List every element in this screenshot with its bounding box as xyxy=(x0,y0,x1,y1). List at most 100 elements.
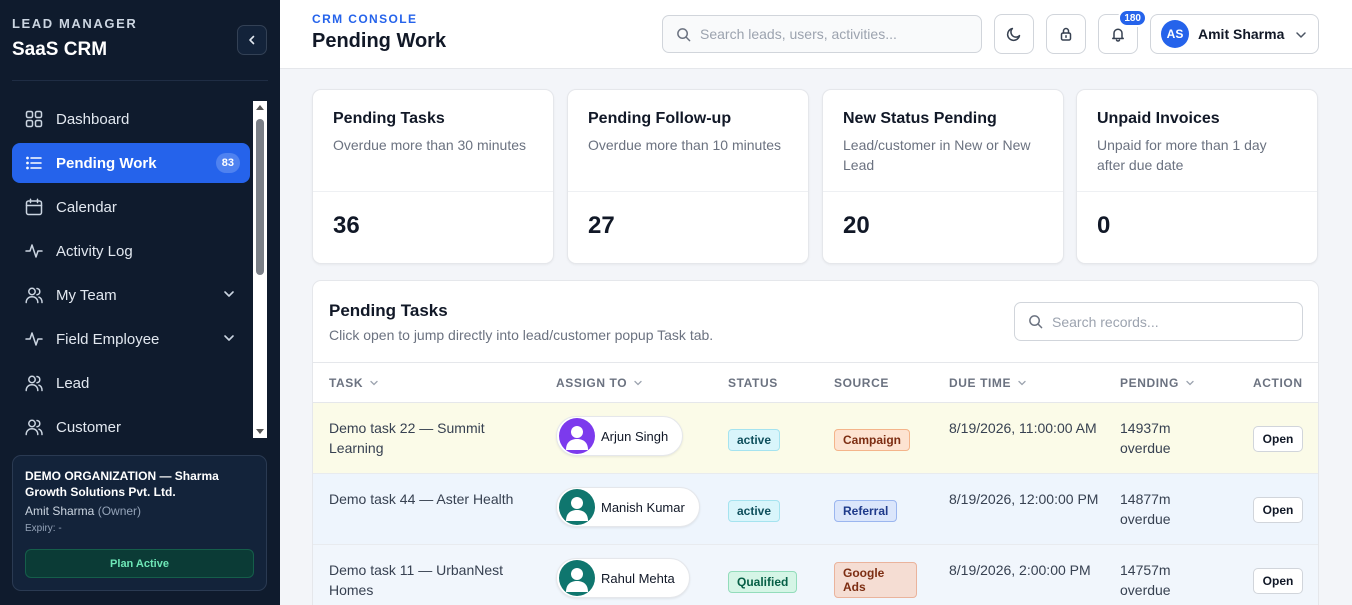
task-name: Demo task 22 — Summit Learning xyxy=(329,420,485,456)
stat-card-pending-tasks[interactable]: Pending Tasks Overdue more than 30 minut… xyxy=(312,89,554,264)
sidebar-item-label: Pending Work xyxy=(56,154,157,172)
sidebar-item-field-employee[interactable]: Field Employee xyxy=(12,319,250,359)
table-row[interactable]: Demo task 22 — Summit Learning Arjun Sin… xyxy=(313,403,1318,474)
search-icon xyxy=(1029,315,1043,329)
stat-subtitle: Unpaid for more than 1 day after due dat… xyxy=(1097,137,1267,173)
assignee-chip[interactable]: Manish Kumar xyxy=(556,487,700,527)
column-label: TASK xyxy=(329,376,364,390)
plan-active-button[interactable]: Plan Active xyxy=(25,549,254,578)
sidebar-item-activity-log[interactable]: Activity Log xyxy=(12,231,250,271)
column-source[interactable]: SOURCE xyxy=(834,376,889,390)
task-name: Demo task 11 — UrbanNest Homes xyxy=(329,562,504,598)
stat-card-pending-follow-up[interactable]: Pending Follow-up Overdue more than 10 m… xyxy=(567,89,809,264)
stat-divider xyxy=(313,191,553,192)
due-time: 8/19/2026, 12:00:00 PM xyxy=(949,491,1099,507)
table-row[interactable]: Demo task 11 — UrbanNest Homes Rahul Meh… xyxy=(313,545,1318,605)
open-task-button[interactable]: Open xyxy=(1253,426,1303,452)
notifications-button[interactable]: 180 xyxy=(1098,9,1147,54)
calendar-icon xyxy=(24,197,44,217)
list-icon xyxy=(24,153,44,173)
avatar xyxy=(559,418,595,454)
sidebar-item-my-team[interactable]: My Team xyxy=(12,275,250,315)
global-search-input[interactable] xyxy=(700,26,960,42)
records-search-input[interactable] xyxy=(1052,313,1292,330)
avatar xyxy=(559,489,595,525)
sidebar-scrollbar[interactable] xyxy=(253,101,267,438)
organization-name: DEMO ORGANIZATION — Sharma Growth Soluti… xyxy=(25,469,219,499)
app-name: SaaS CRM xyxy=(12,39,108,60)
org-user-role: (Owner) xyxy=(97,504,142,518)
open-task-button[interactable]: Open xyxy=(1253,497,1303,523)
assignee-name: Rahul Mehta xyxy=(601,570,675,586)
sidebar-item-dashboard[interactable]: Dashboard xyxy=(12,99,250,139)
scrollbar-thumb[interactable] xyxy=(256,119,264,275)
stat-subtitle: Overdue more than 10 minutes xyxy=(588,137,781,153)
stat-title: Pending Tasks xyxy=(333,110,445,127)
pending-tasks-panel: Pending Tasks Click open to jump directl… xyxy=(312,280,1319,605)
global-search[interactable] xyxy=(662,15,982,53)
stat-card-unpaid-invoices[interactable]: Unpaid Invoices Unpaid for more than 1 d… xyxy=(1076,89,1318,264)
stat-divider xyxy=(823,191,1063,192)
pending-duration: 14877m overdue xyxy=(1120,491,1171,527)
user-menu-button[interactable]: AS Amit Sharma xyxy=(1150,14,1319,54)
lock-icon xyxy=(1060,27,1072,41)
source-badge: Referral xyxy=(834,500,898,522)
plan-expiry: Expiry: - xyxy=(25,523,62,534)
sidebar-item-label: Activity Log xyxy=(56,242,133,260)
bell-icon xyxy=(1112,28,1124,42)
sort-chevron-icon xyxy=(634,380,642,386)
column-pending[interactable]: PENDING xyxy=(1120,376,1195,390)
column-label: ASSIGN TO xyxy=(556,376,628,390)
panel-title: Pending Tasks xyxy=(329,301,448,320)
brand-divider xyxy=(12,80,268,81)
column-task[interactable]: TASK xyxy=(329,376,379,390)
column-status[interactable]: STATUS xyxy=(728,376,778,390)
search-icon xyxy=(677,27,691,41)
open-task-button[interactable]: Open xyxy=(1253,568,1303,594)
scroll-down-arrow-icon[interactable] xyxy=(256,429,264,434)
sort-chevron-icon xyxy=(1186,380,1194,386)
stat-divider xyxy=(1077,191,1317,192)
sidebar-item-label: My Team xyxy=(56,286,117,304)
table-row[interactable]: Demo task 44 — Aster Health Manish Kumar… xyxy=(313,474,1318,545)
assignee-chip[interactable]: Arjun Singh xyxy=(556,416,684,456)
org-user-name: Amit Sharma xyxy=(25,504,95,518)
top-header: CRM CONSOLE Pending Work 180 AS Amit Sha… xyxy=(280,0,1352,69)
stat-subtitle: Lead/customer in New or New Lead xyxy=(843,137,1031,173)
users-icon xyxy=(24,285,44,305)
panel-subtitle: Click open to jump directly into lead/cu… xyxy=(329,327,714,343)
stat-card-new-status-pending[interactable]: New Status Pending Lead/customer in New … xyxy=(822,89,1064,264)
column-label: DUE TIME xyxy=(949,376,1012,390)
organization-card: DEMO ORGANIZATION — Sharma Growth Soluti… xyxy=(12,455,267,591)
sidebar: LEAD MANAGER SaaS CRM Dashboard Pending … xyxy=(0,0,280,605)
assignee-chip[interactable]: Rahul Mehta xyxy=(556,558,690,598)
column-due-time[interactable]: DUE TIME xyxy=(949,376,1027,390)
sidebar-item-label: Calendar xyxy=(56,198,117,216)
chevron-down-icon xyxy=(224,291,234,297)
sort-chevron-icon xyxy=(1018,380,1026,386)
sidebar-item-lead[interactable]: Lead xyxy=(12,363,250,403)
table-header: TASK ASSIGN TO STATUS SOURCE DUE TIME PE… xyxy=(313,362,1318,403)
organization-user: Amit Sharma (Owner) xyxy=(25,504,254,518)
column-label: SOURCE xyxy=(834,376,889,390)
lock-button[interactable] xyxy=(1046,14,1086,54)
scroll-up-arrow-icon[interactable] xyxy=(256,105,264,110)
users-icon xyxy=(24,373,44,393)
theme-toggle-button[interactable] xyxy=(994,14,1034,54)
avatar: AS xyxy=(1161,20,1189,48)
brand-eyebrow: LEAD MANAGER xyxy=(12,16,138,31)
status-badge: active xyxy=(728,429,781,451)
sidebar-item-label: Field Employee xyxy=(56,330,160,348)
stat-value: 36 xyxy=(333,212,360,239)
collapse-sidebar-button[interactable] xyxy=(237,25,267,55)
stat-value: 20 xyxy=(843,212,870,239)
pending-duration: 14757m overdue xyxy=(1120,562,1171,598)
sidebar-item-customer[interactable]: Customer xyxy=(12,407,250,447)
grid-icon xyxy=(24,109,44,129)
moon-icon xyxy=(1006,27,1021,42)
avatar xyxy=(559,560,595,596)
sidebar-item-pending-work[interactable]: Pending Work 83 xyxy=(12,143,250,183)
column-assign-to[interactable]: ASSIGN TO xyxy=(556,376,643,390)
records-search[interactable] xyxy=(1014,302,1303,341)
sidebar-item-calendar[interactable]: Calendar xyxy=(12,187,250,227)
